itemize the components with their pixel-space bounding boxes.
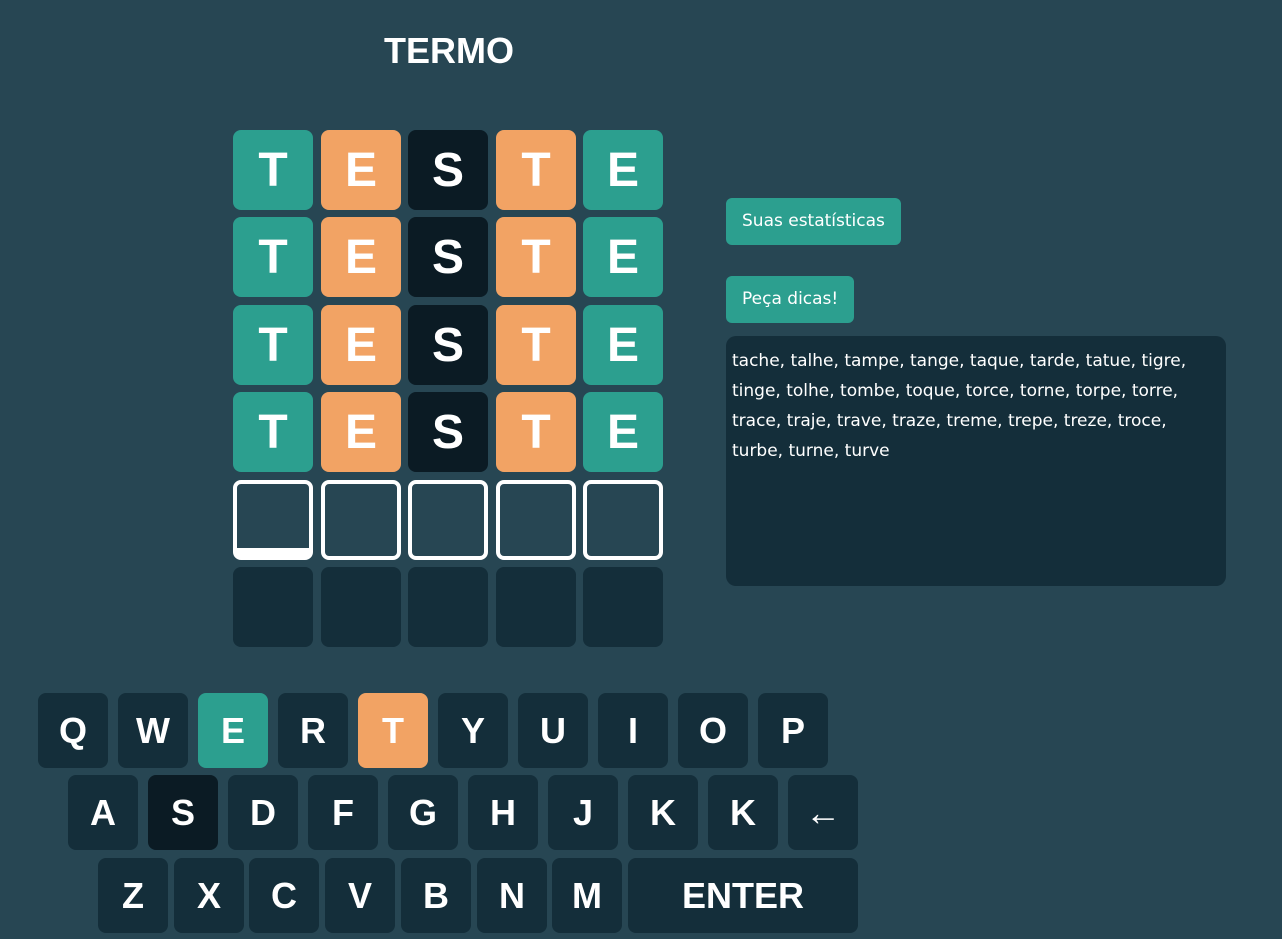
key-z[interactable]: Z <box>98 858 168 933</box>
board-tile: T <box>496 392 576 472</box>
key-o[interactable]: O <box>678 693 748 768</box>
key-i[interactable]: I <box>598 693 668 768</box>
board-tile <box>583 567 663 647</box>
board-tile: S <box>408 305 488 385</box>
board-tile: T <box>233 392 313 472</box>
key-r[interactable]: R <box>278 693 348 768</box>
stats-button[interactable]: Suas estatísticas <box>726 198 901 245</box>
key-w[interactable]: W <box>118 693 188 768</box>
key-t[interactable]: T <box>358 693 428 768</box>
game-board: TESTETESTETESTETESTE <box>233 130 665 650</box>
board-tile: E <box>583 217 663 297</box>
board-tile[interactable] <box>321 480 401 560</box>
key-q[interactable]: Q <box>38 693 108 768</box>
board-tile: E <box>321 130 401 210</box>
hints-panel: tache, talhe, tampe, tange, taque, tarde… <box>726 336 1226 586</box>
enter-key[interactable]: ENTER <box>628 858 858 933</box>
board-tile <box>496 567 576 647</box>
page-title: TERMO <box>384 30 514 71</box>
key-h[interactable]: H <box>468 775 538 850</box>
board-tile: T <box>496 217 576 297</box>
key-s[interactable]: S <box>148 775 218 850</box>
key-n[interactable]: N <box>477 858 547 933</box>
board-tile: T <box>233 217 313 297</box>
board-tile: E <box>583 392 663 472</box>
key-b[interactable]: B <box>401 858 471 933</box>
board-tile: E <box>583 130 663 210</box>
board-tile: E <box>321 305 401 385</box>
board-tile: E <box>321 217 401 297</box>
key-m[interactable]: M <box>552 858 622 933</box>
hints-button[interactable]: Peça dicas! <box>726 276 855 323</box>
board-tile: T <box>233 305 313 385</box>
hints-text: tache, talhe, tampe, tange, taque, tarde… <box>732 351 1187 461</box>
board-tile: T <box>496 130 576 210</box>
key-f[interactable]: F <box>308 775 378 850</box>
board-tile[interactable] <box>496 480 576 560</box>
key-k[interactable]: K <box>708 775 778 850</box>
board-tile: T <box>233 130 313 210</box>
key-x[interactable]: X <box>174 858 244 933</box>
board-tile: E <box>321 392 401 472</box>
key-p[interactable]: P <box>758 693 828 768</box>
board-tile: S <box>408 392 488 472</box>
board-tile: S <box>408 217 488 297</box>
key-g[interactable]: G <box>388 775 458 850</box>
board-tile[interactable] <box>408 480 488 560</box>
key-k[interactable]: K <box>628 775 698 850</box>
key-a[interactable]: A <box>68 775 138 850</box>
board-tile[interactable] <box>583 480 663 560</box>
key-e[interactable]: E <box>198 693 268 768</box>
board-tile: T <box>496 305 576 385</box>
key-c[interactable]: C <box>249 858 319 933</box>
key-v[interactable]: V <box>325 858 395 933</box>
board-tile[interactable] <box>233 480 313 560</box>
board-tile <box>408 567 488 647</box>
key-d[interactable]: D <box>228 775 298 850</box>
board-tile <box>233 567 313 647</box>
board-tile: E <box>583 305 663 385</box>
key-j[interactable]: J <box>548 775 618 850</box>
board-tile: S <box>408 130 488 210</box>
key-y[interactable]: Y <box>438 693 508 768</box>
board-tile <box>321 567 401 647</box>
key-u[interactable]: U <box>518 693 588 768</box>
backspace-key[interactable]: ← <box>788 775 858 850</box>
